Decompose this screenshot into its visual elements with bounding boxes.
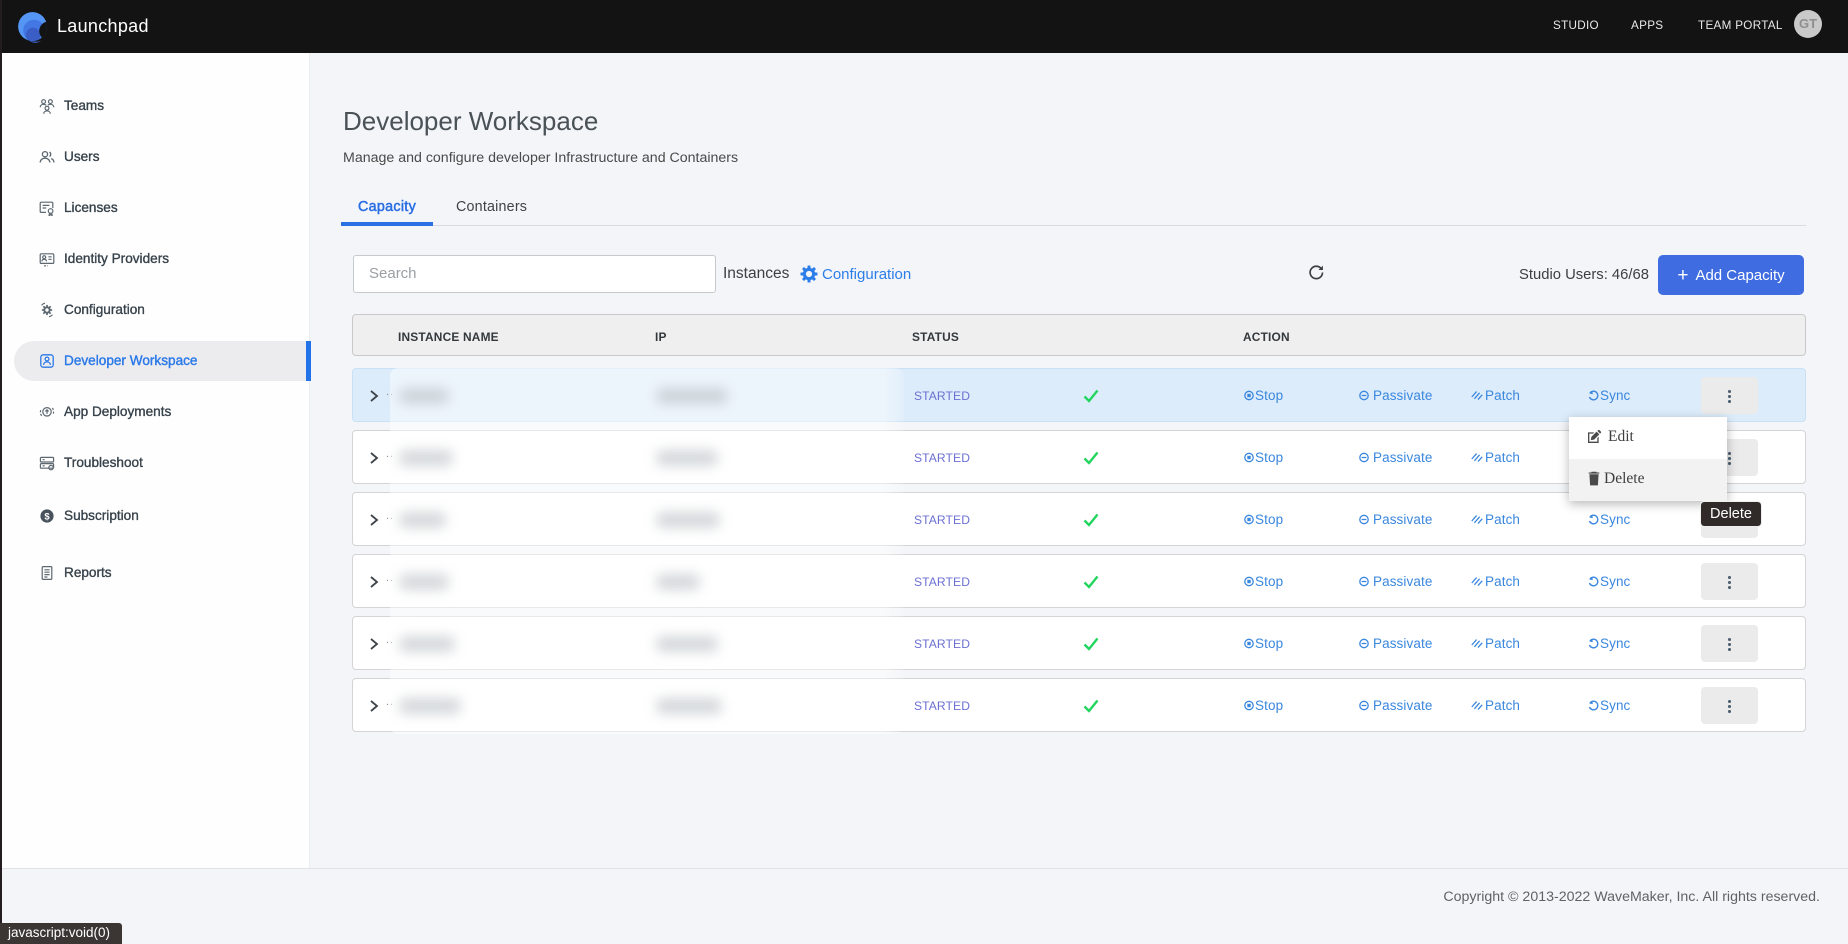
svg-text:$: $ — [44, 511, 50, 522]
